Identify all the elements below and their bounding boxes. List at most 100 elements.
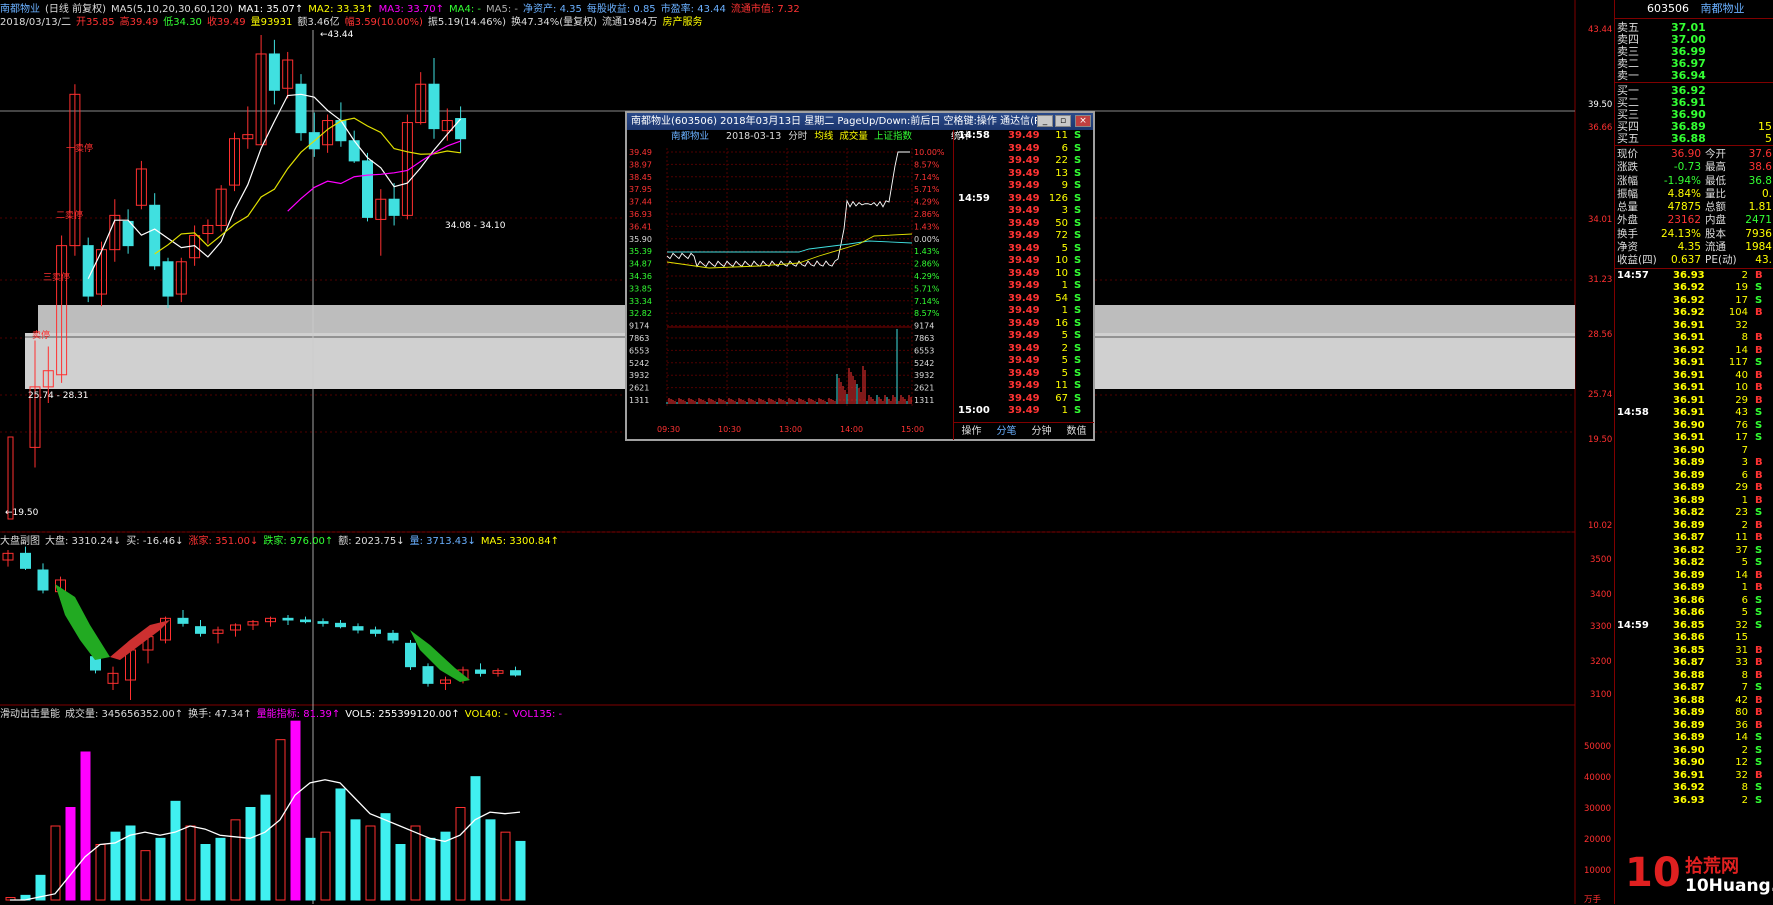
popup-tab-shuzhi[interactable]: 数值 <box>1059 423 1094 440</box>
popup-tick-row: 39.49 3 S <box>954 205 1094 218</box>
tick-volume: 117 <box>1728 357 1748 369</box>
popup-tick-row: 39.49 5 S <box>954 368 1094 381</box>
quote-label: 最高 <box>1705 161 1726 174</box>
popup-tab-fenbi[interactable]: 分笔 <box>989 423 1024 440</box>
tick-flag: B <box>1755 457 1763 469</box>
info-idx-item: 跌家: 976.00↑ <box>263 536 334 547</box>
info-main-item: 市盈率: 43.44 <box>660 4 726 15</box>
intraday-chart[interactable]: 39.49 10.00% 38.97 8.57% 38.45 7.14% 37.95 5.71… <box>629 144 951 436</box>
volume-bar <box>170 800 181 901</box>
popup-left-axis-label: 7863 <box>629 334 649 343</box>
tick-volume: 1 <box>1741 582 1748 594</box>
quote-value: 38.6 <box>1748 161 1772 174</box>
tick-volume: 36 <box>1735 719 1748 731</box>
tick-price: 39.49 <box>1008 267 1040 279</box>
tick-row: 36.91 117 S <box>1615 357 1773 370</box>
tick-price: 36.89 <box>1673 707 1705 719</box>
quote-value: -1.94% <box>1663 174 1701 187</box>
tick-list[interactable]: 14:57 36.93 2 B 36.92 19 S 36.92 17 S 36.92 104 B 36.… <box>1615 269 1773 808</box>
tick-volume: 50 <box>1055 217 1068 229</box>
price-axis-label: 19.50 <box>1588 435 1613 445</box>
tick-row: 36.91 32 <box>1615 320 1773 333</box>
popup-left-axis-label: 33.34 <box>629 297 652 306</box>
popup-left-axis-label: 38.97 <box>629 160 652 169</box>
popup-tab-volume[interactable]: 成交量 <box>839 131 868 142</box>
tick-time: 15:00 <box>958 405 990 416</box>
popup-left-axis-label: 35.39 <box>629 247 652 256</box>
popup-right-axis-label: 0.00% <box>914 235 940 244</box>
popup-left-axis-label: 3932 <box>629 371 649 380</box>
popup-tab-index[interactable]: 上证指数 <box>874 131 912 142</box>
popup-tab-fenzhong[interactable]: 分钟 <box>1024 423 1059 440</box>
tick-volume: 76 <box>1735 419 1748 431</box>
tick-flag: S <box>1755 432 1763 444</box>
tick-flag: S <box>1755 419 1763 431</box>
price-range-label: 25.74 - 28.31 <box>28 391 89 401</box>
popup-right-axis-label: 1311 <box>914 396 934 405</box>
popup-tick-row: 39.49 2 S <box>954 343 1094 356</box>
quote-row: 净资 4.35 流通 1984 <box>1615 241 1773 254</box>
tick-volume: 5 <box>1061 330 1068 341</box>
tick-flag: S <box>1074 367 1082 379</box>
main-chart-info-bar: 南都物业 (日线 前复权) MA5(5,10,20,30,60,120) MA1: 3… <box>0 3 805 16</box>
tick-price: 39.49 <box>1008 242 1040 254</box>
popup-tick-list[interactable]: 14:58 39.49 11 S 39.49 6 S 39.49 22 S 39.49 13 S 39.4… <box>953 130 1094 422</box>
order-book-row[interactable]: 买五 36.88 5 <box>1615 133 1773 145</box>
price-axis-label: 10.02 <box>1588 521 1613 531</box>
tick-flag: S <box>1074 392 1082 404</box>
tick-price: 36.82 <box>1673 557 1705 569</box>
volume-axis-label: 万手 <box>1584 895 1602 905</box>
minimize-button[interactable]: _ <box>1037 115 1053 127</box>
tick-row: 36.93 2 S <box>1615 795 1773 808</box>
tick-row: 36.86 6 S <box>1615 595 1773 608</box>
tick-price: 36.92 <box>1673 294 1705 306</box>
popup-tab-fenshi[interactable]: 分时 <box>788 131 807 142</box>
tick-volume: 22 <box>1055 155 1068 166</box>
volume-bar <box>320 831 331 901</box>
popup-tab-caozuo[interactable]: 操作 <box>954 423 989 440</box>
tick-price: 39.49 <box>1008 255 1040 266</box>
tick-row: 36.90 2 S <box>1615 745 1773 758</box>
tick-price: 36.90 <box>1673 419 1705 431</box>
order-book-row[interactable]: 卖一 36.94 <box>1615 70 1773 82</box>
tick-flag: S <box>1074 317 1082 329</box>
close-button[interactable]: × <box>1075 115 1091 127</box>
quote-label: 今开 <box>1705 148 1726 160</box>
tick-row: 36.82 37 S <box>1615 545 1773 558</box>
tick-flag: B <box>1755 269 1763 281</box>
info-idx-item: 量: 3713.43↓ <box>409 536 476 547</box>
tick-volume: 10 <box>1735 382 1748 394</box>
volume-bar <box>245 807 256 901</box>
quote-value: 36.8 <box>1748 174 1772 187</box>
popup-title-bar[interactable]: 南都物业(603506) 2018年03月13日 星期二 PageUp/Down… <box>627 113 1093 130</box>
popup-tick-row: 39.49 5 S <box>954 355 1094 368</box>
quote-label: 股本 <box>1705 227 1726 240</box>
tick-flag: S <box>1074 230 1082 241</box>
info-main2-item: 额3.46亿 <box>297 17 340 28</box>
tick-volume: 29 <box>1735 394 1748 406</box>
tick-price: 36.90 <box>1673 744 1705 756</box>
tick-row: 36.89 14 B <box>1615 570 1773 583</box>
popup-tab-avg[interactable]: 均线 <box>814 131 833 142</box>
popup-tick-row: 39.49 5 S <box>954 330 1094 343</box>
tick-row: 36.86 5 S <box>1615 607 1773 620</box>
quote-value: 4.35 <box>1677 241 1701 254</box>
tick-volume: 6 <box>1741 594 1748 606</box>
tick-row: 36.87 33 B <box>1615 657 1773 670</box>
volume-axis-label: 20000 <box>1584 835 1612 845</box>
tick-price: 36.92 <box>1673 344 1705 356</box>
price-axis-label: 28.56 <box>1588 330 1613 340</box>
tick-flag: B <box>1755 482 1763 494</box>
tick-flag: S <box>1755 357 1763 369</box>
tick-price: 36.82 <box>1673 544 1705 556</box>
popup-right-axis-label: 8.57% <box>914 160 940 169</box>
order-price: 36.94 <box>1671 69 1706 82</box>
quote-value: 0. <box>1761 187 1772 200</box>
restore-button[interactable]: ▫ <box>1055 115 1071 127</box>
tick-row: 36.89 29 B <box>1615 482 1773 495</box>
popup-right-axis-label: 5.71% <box>914 185 940 194</box>
stock-code: 603506 <box>1647 2 1689 15</box>
stock-name[interactable]: 南都物业 <box>1701 2 1745 15</box>
intraday-popup-window[interactable]: 南都物业(603506) 2018年03月13日 星期二 PageUp/Down… <box>625 111 1095 441</box>
popup-tick-row: 39.49 72 S <box>954 230 1094 243</box>
